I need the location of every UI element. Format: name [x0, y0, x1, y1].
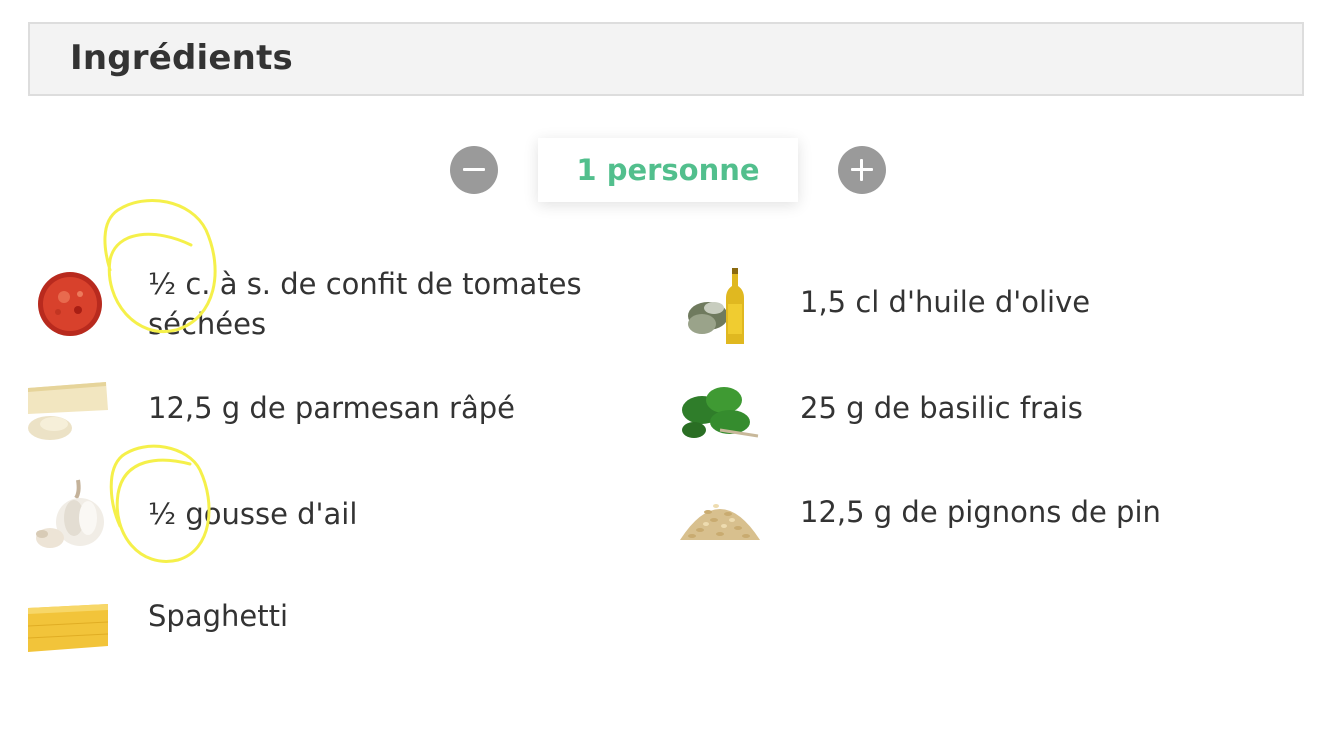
pine-nuts-image: [680, 474, 760, 554]
ingredient-text: Spaghetti: [148, 599, 289, 633]
tomato-confit-image: [28, 264, 108, 344]
ingredients-header: Ingrédients: [28, 22, 1304, 96]
basil-image: [680, 370, 760, 450]
decrease-servings-button[interactable]: [450, 146, 498, 194]
garlic-image: [28, 474, 108, 554]
ingredient-text: ½ gousse d'ail: [148, 497, 358, 531]
parmesan-image: [28, 370, 108, 450]
ingredient-text: 25 g de basilic frais: [800, 391, 1083, 425]
ingredient-text: 12,5 g de parmesan râpé: [148, 391, 515, 425]
ingredient-text: 12,5 g de pignons de pin: [800, 495, 1161, 529]
spaghetti-image: [28, 576, 108, 656]
increase-servings-button[interactable]: [838, 146, 886, 194]
olive-oil-image: [680, 264, 760, 344]
section-title: Ingrédients: [70, 38, 293, 78]
ingredient-text: 1,5 cl d'huile d'olive: [800, 285, 1091, 319]
servings-display: 1 personne: [538, 138, 798, 202]
ingredient-text: ½ c. à s. de confit de tomates séchées: [148, 267, 582, 341]
servings-label: 1 personne: [576, 153, 760, 187]
